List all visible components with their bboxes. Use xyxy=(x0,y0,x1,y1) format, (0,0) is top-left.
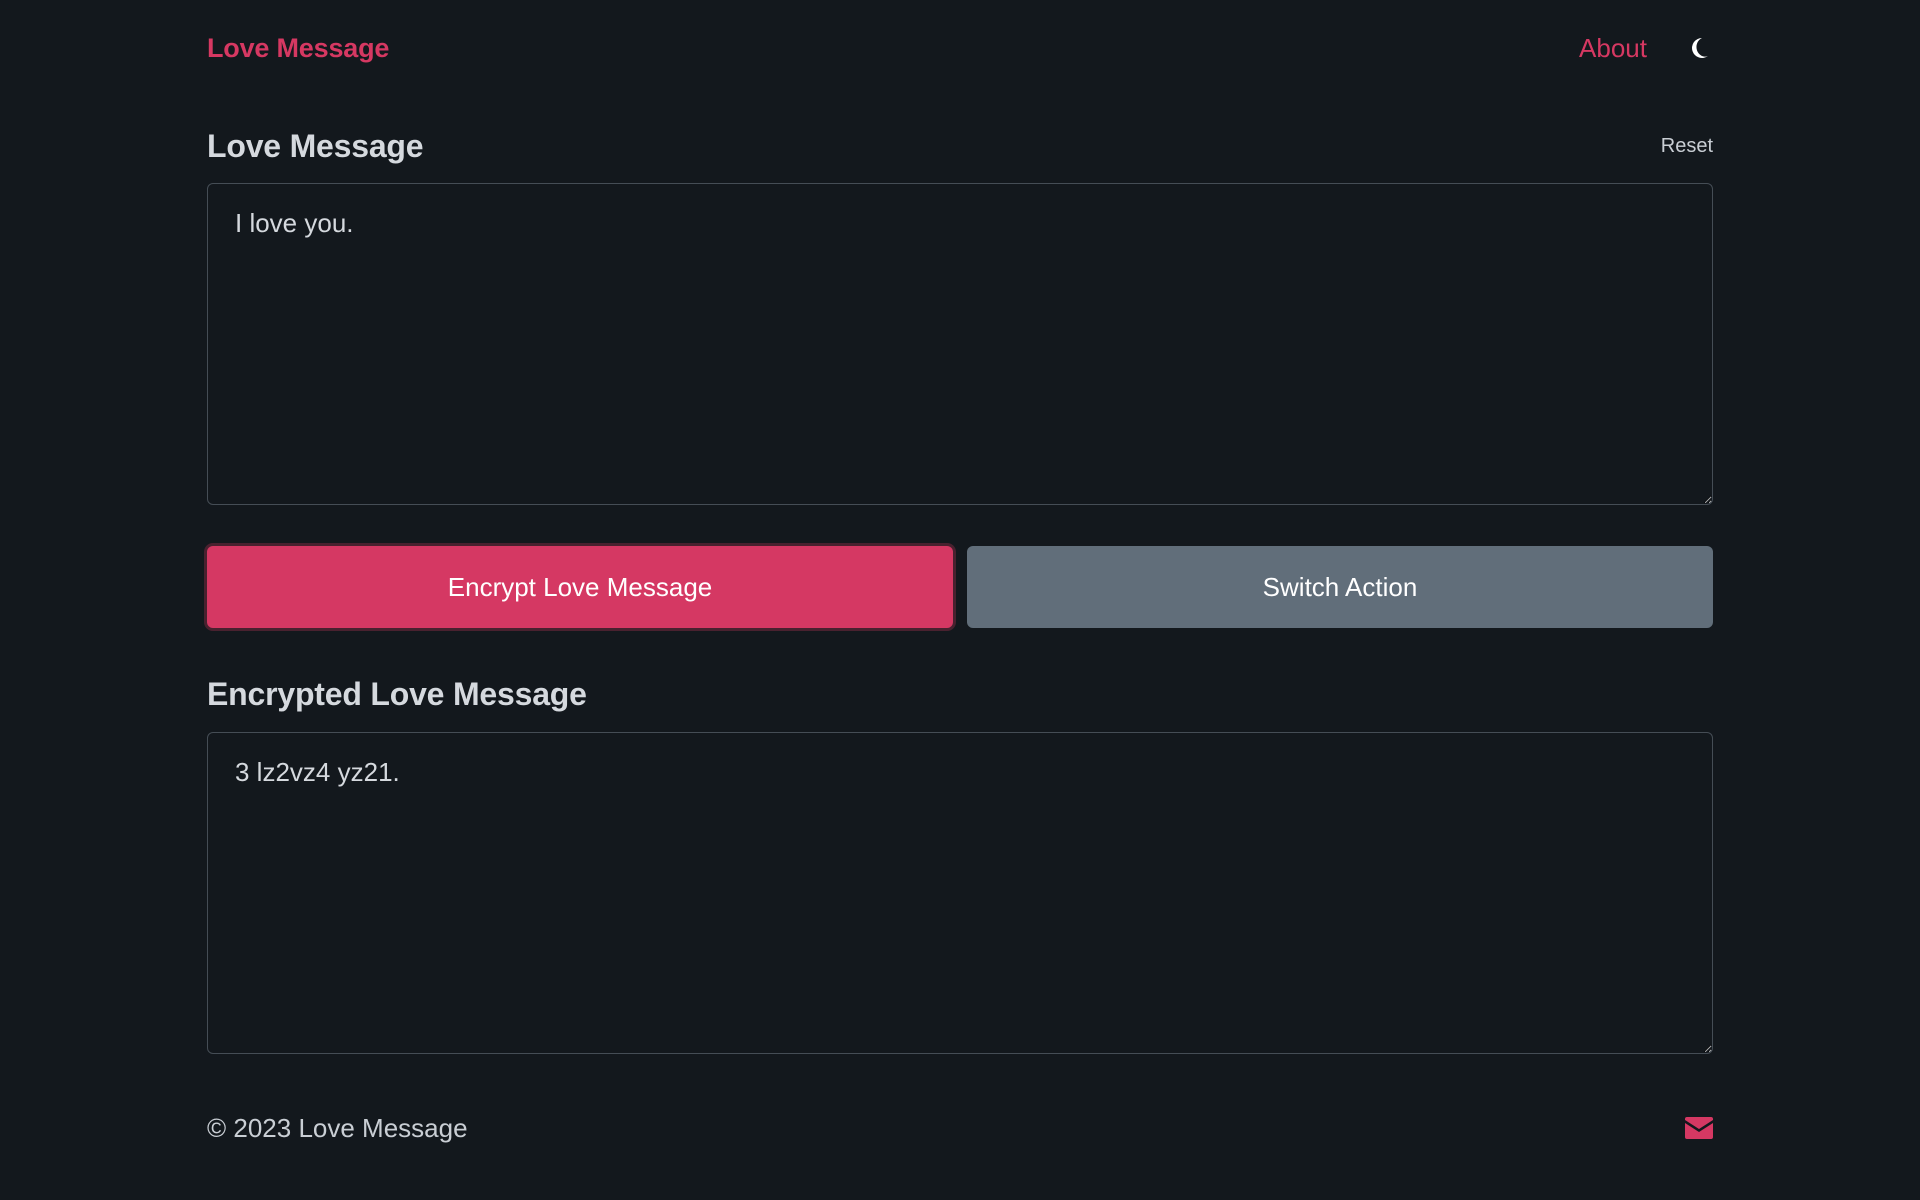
input-field-wrap: I love you. xyxy=(207,183,1713,505)
copyright-text: © 2023 Love Message xyxy=(207,1112,468,1143)
email-link[interactable] xyxy=(1685,1117,1713,1139)
output-field-wrap: 3 lz2vz4 yz21. xyxy=(207,732,1713,1054)
page: Love Message About Love Message Reset I … xyxy=(0,0,1920,1200)
encrypt-button[interactable]: Encrypt Love Message xyxy=(207,546,953,628)
input-section-header: Love Message Reset xyxy=(207,124,1713,168)
brand-link[interactable]: Love Message xyxy=(207,33,389,64)
encrypted-message-output[interactable]: 3 lz2vz4 yz21. xyxy=(207,732,1713,1054)
reset-link[interactable]: Reset xyxy=(1661,135,1713,158)
footer: © 2023 Love Message xyxy=(207,1108,1713,1148)
action-buttons: Encrypt Love Message Switch Action xyxy=(207,546,1713,628)
envelope-icon xyxy=(1685,1117,1713,1139)
theme-toggle-button[interactable] xyxy=(1685,34,1713,62)
output-section-header: Encrypted Love Message xyxy=(207,672,1713,716)
about-link[interactable]: About xyxy=(1579,33,1647,64)
navbar: Love Message About xyxy=(207,0,1713,96)
input-section-title: Love Message xyxy=(207,127,424,164)
moon-icon xyxy=(1692,38,1708,58)
nav-right: About xyxy=(1579,33,1713,64)
output-section-title: Encrypted Love Message xyxy=(207,675,587,712)
love-message-input[interactable]: I love you. xyxy=(207,183,1713,505)
switch-action-button[interactable]: Switch Action xyxy=(967,546,1713,628)
